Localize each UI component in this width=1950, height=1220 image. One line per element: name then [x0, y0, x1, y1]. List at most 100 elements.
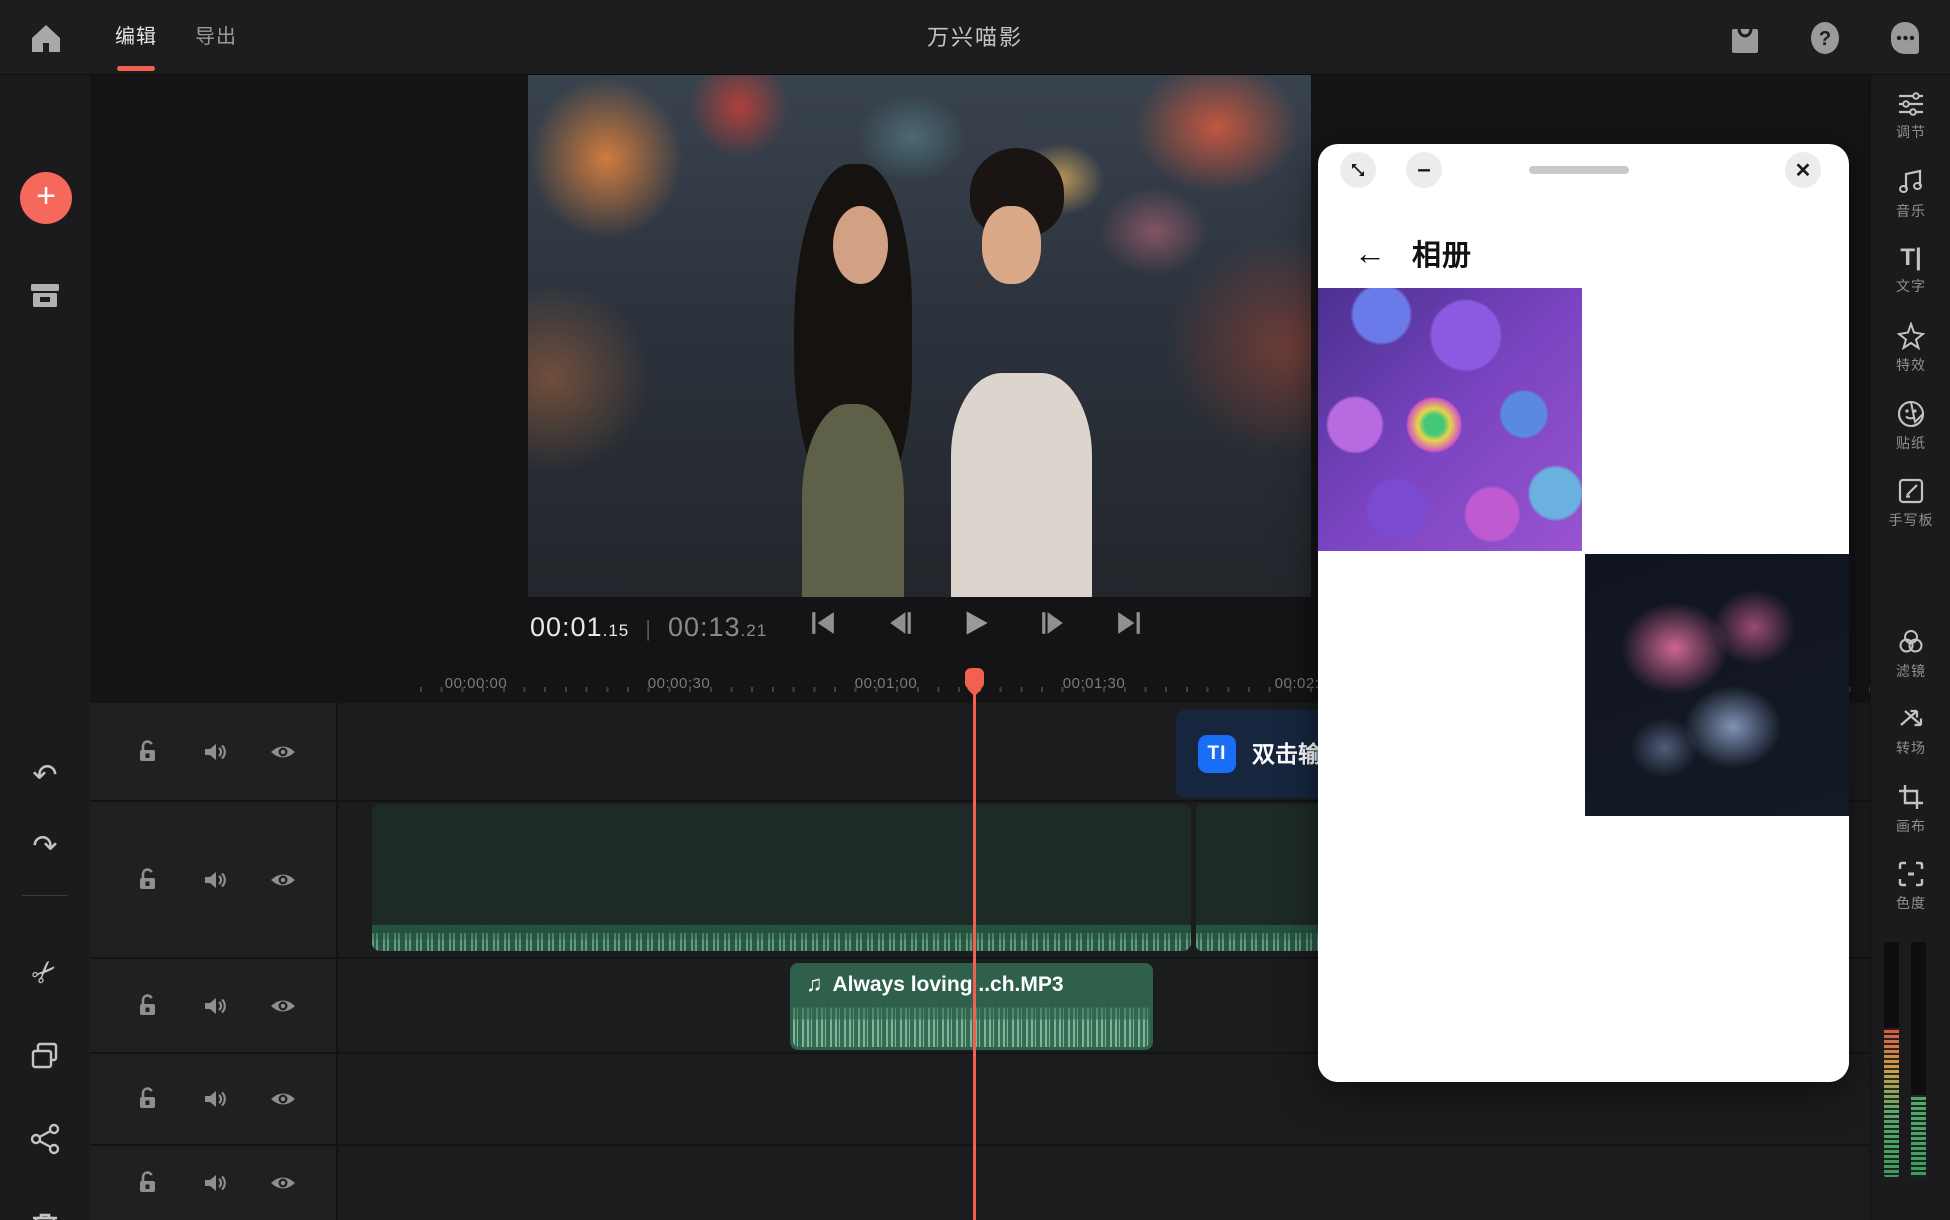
duplicate-button[interactable]: [0, 1040, 90, 1072]
panel-minimize-button[interactable]: –: [1406, 152, 1442, 188]
volume-icon[interactable]: [201, 738, 229, 766]
visibility-eye-icon[interactable]: [269, 992, 297, 1020]
current-time: 00:01: [530, 612, 603, 642]
preview-frame-night-market: [528, 75, 1311, 597]
preview-person-woman-top: [802, 404, 904, 597]
chroma-frame-icon: [1897, 860, 1925, 888]
tool-effects[interactable]: 特效: [1871, 322, 1950, 375]
tool-label: 滤镜: [1871, 661, 1950, 681]
undo-button[interactable]: ↶: [0, 758, 90, 793]
play-button[interactable]: [959, 606, 993, 640]
audio-level-fill: [1911, 1095, 1926, 1177]
album-photo-couple-selected[interactable]: [1585, 819, 1849, 1082]
track-head: [90, 959, 338, 1052]
album-photo-man-graffiti-wall[interactable]: [1585, 288, 1849, 551]
previous-frame-button[interactable]: [883, 606, 917, 640]
tool-adjust[interactable]: 调节: [1871, 91, 1950, 142]
album-photo-flamingo-float[interactable]: [1318, 819, 1582, 1082]
video-thumbnail: [577, 804, 782, 925]
toolbar-divider: [22, 895, 68, 896]
app-title: 万兴喵影: [0, 0, 1950, 75]
tool-label: 音乐: [1871, 201, 1950, 221]
lock-open-icon[interactable]: [133, 992, 161, 1020]
album-photo-grid: [1318, 288, 1849, 1082]
track-row-5[interactable]: [90, 1146, 1870, 1220]
skip-to-end-button[interactable]: [1112, 606, 1146, 640]
delete-button[interactable]: [0, 1210, 90, 1220]
tool-chroma[interactable]: 色度: [1871, 860, 1950, 913]
previous-frame-icon: [887, 610, 913, 636]
tool-label: 特效: [1871, 355, 1950, 375]
share-button[interactable]: [0, 1123, 90, 1155]
video-clip-thumbnails: [372, 804, 1191, 925]
video-clip-waveform: [1196, 925, 1330, 951]
album-photo-woman-red-wall[interactable]: [1318, 554, 1582, 817]
playhead-line[interactable]: [973, 676, 976, 1220]
text-tool-icon: T|: [1871, 245, 1950, 271]
transport-controls: [806, 606, 1146, 640]
skip-to-start-button[interactable]: [806, 606, 840, 640]
visibility-eye-icon[interactable]: [269, 1169, 297, 1197]
skip-to-start-icon: [810, 610, 836, 636]
media-library-button[interactable]: [0, 277, 90, 313]
video-thumbnail: [782, 804, 987, 925]
visibility-eye-icon[interactable]: [269, 738, 297, 766]
add-media-button[interactable]: +: [20, 172, 72, 224]
panel-resize-button[interactable]: [1340, 152, 1376, 188]
panel-close-button[interactable]: ✕: [1785, 152, 1821, 188]
volume-icon[interactable]: [201, 1169, 229, 1197]
volume-icon[interactable]: [201, 1085, 229, 1113]
effects-star-icon: [1897, 322, 1925, 350]
panel-title-row: ← 相册: [1354, 232, 1472, 274]
video-clip-night-market[interactable]: [372, 804, 1191, 951]
audio-level-fill: [1884, 1028, 1899, 1177]
text-clip-label: 双击输: [1252, 710, 1321, 798]
adjust-sliders-icon: [1897, 91, 1925, 117]
tool-canvas[interactable]: 画布: [1871, 783, 1950, 836]
next-frame-button[interactable]: [1036, 606, 1070, 640]
tool-text[interactable]: T| 文字: [1871, 245, 1950, 296]
lock-open-icon[interactable]: [133, 738, 161, 766]
panel-resize-icon: [1349, 161, 1367, 179]
feedback-button[interactable]: [1888, 21, 1922, 55]
volume-icon[interactable]: [201, 992, 229, 1020]
lock-open-icon[interactable]: [133, 1085, 161, 1113]
split-scissors-button[interactable]: ✂: [1, 928, 89, 1016]
tool-handwriting[interactable]: 手写板: [1871, 477, 1950, 530]
store-bag-icon: [1730, 22, 1760, 54]
video-clip-graffiti[interactable]: [1196, 804, 1330, 951]
track-head-5: [90, 1146, 340, 1220]
album-photo-rainbow-bubbles[interactable]: [1318, 288, 1582, 551]
topbar-right-icons: ?: [1728, 0, 1950, 75]
duplicate-icon: [29, 1040, 61, 1072]
audio-clip[interactable]: ♫Always loving ..ch.MP3: [790, 963, 1153, 1050]
tool-stickers[interactable]: 贴纸: [1871, 400, 1950, 453]
help-button[interactable]: ?: [1808, 21, 1842, 55]
tool-transitions[interactable]: 转场: [1871, 705, 1950, 758]
feedback-chat-icon: [1889, 21, 1921, 55]
album-photo-pink-blue-ink[interactable]: [1585, 554, 1849, 817]
right-toolbar: 调节 音乐 T| 文字 特效 贴: [1870, 75, 1950, 1220]
tool-label: 文字: [1871, 276, 1950, 296]
visibility-eye-icon[interactable]: [269, 1085, 297, 1113]
text-clip[interactable]: TI 双击输: [1176, 710, 1332, 798]
back-arrow-button[interactable]: ←: [1354, 237, 1386, 269]
tool-music[interactable]: 音乐: [1871, 168, 1950, 221]
help-icon: ?: [1809, 21, 1841, 55]
current-frames: 15: [608, 621, 629, 640]
tool-label: 转场: [1871, 738, 1950, 758]
panel-drag-handle[interactable]: [1529, 166, 1629, 174]
volume-icon[interactable]: [201, 866, 229, 894]
lock-open-icon[interactable]: [133, 1169, 161, 1197]
visibility-eye-icon[interactable]: [269, 866, 297, 894]
transition-arrows-icon: [1897, 705, 1925, 733]
store-bag-button[interactable]: [1728, 21, 1762, 55]
video-thumbnail: [372, 804, 577, 925]
video-preview[interactable]: [528, 75, 1311, 597]
media-library-icon: [27, 277, 63, 313]
canvas-crop-icon: [1897, 783, 1925, 811]
redo-button[interactable]: ↷: [0, 829, 90, 864]
tool-filters[interactable]: 滤镜: [1871, 628, 1950, 681]
total-frames: 21: [746, 621, 767, 640]
lock-open-icon[interactable]: [133, 866, 161, 894]
